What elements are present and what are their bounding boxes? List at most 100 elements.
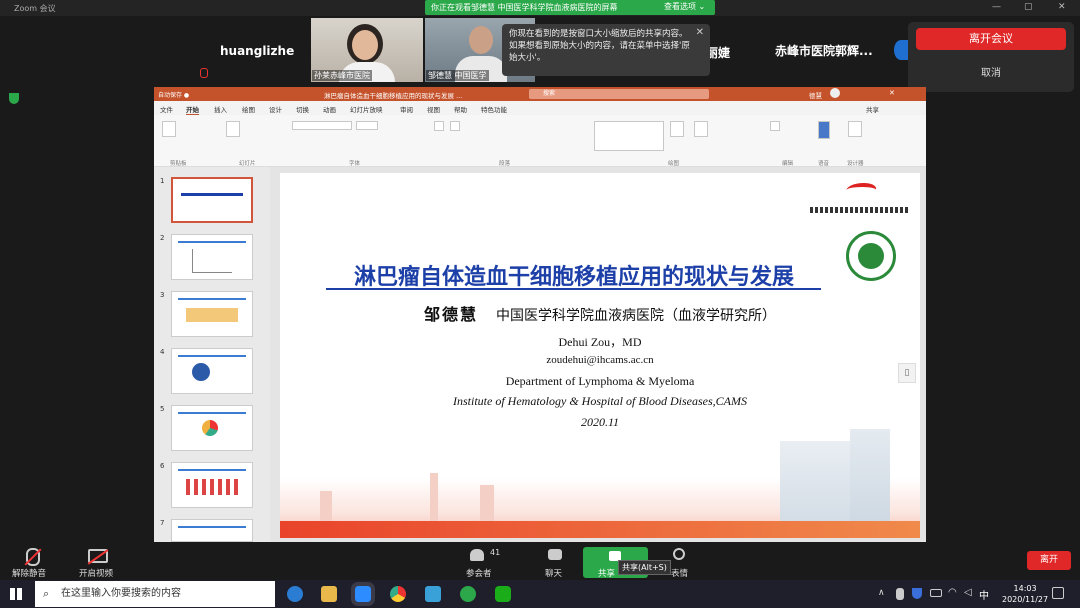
author-cn: 邹德慧 <box>423 307 478 324</box>
ppt-user[interactable]: 德慧 <box>809 90 822 100</box>
slide-bottom-band <box>280 521 920 538</box>
group-clipboard: 剪贴板 <box>170 161 187 167</box>
zoom-app-icon[interactable] <box>351 582 375 606</box>
participant-video[interactable]: 孙莱赤峰市医院 <box>311 18 423 82</box>
mic-icon[interactable] <box>896 588 904 600</box>
tab-animations[interactable]: 动画 <box>323 104 336 114</box>
tab-insert[interactable]: 插入 <box>214 104 227 114</box>
battery-icon[interactable] <box>930 589 942 597</box>
reactions-button[interactable]: 表情 <box>671 567 688 579</box>
slide-thumbnail[interactable] <box>171 177 253 223</box>
view-options-button[interactable]: 查看选项 ⌄ <box>664 1 705 12</box>
paste-icon[interactable] <box>162 121 176 137</box>
building <box>430 473 438 521</box>
thumb-number: 2 <box>160 234 165 242</box>
tab-slideshow[interactable]: 幻灯片放映 <box>350 104 383 114</box>
tab-help[interactable]: 帮助 <box>454 104 467 114</box>
close-icon[interactable]: ✕ <box>889 89 895 97</box>
designer-icon[interactable] <box>848 121 862 137</box>
chat-icon[interactable] <box>548 549 562 560</box>
ppt-search-input[interactable]: 搜索 <box>529 89 709 99</box>
leave-button[interactable]: 离开 <box>1027 551 1071 570</box>
windows-taskbar: ⌕ 在这里输入你要搜索的内容 ∧ ◠ ◁ 中 14:03 2020/11/27 <box>0 580 1080 608</box>
window-title: Zoom 会议 <box>14 4 56 13</box>
autosave-toggle[interactable]: 自动保存 ● <box>158 90 189 99</box>
slide-canvas[interactable]: 淋巴瘤自体造血干细胞移植应用的现状与发展 邹德慧 中国医学科学院血液病医院（血液… <box>280 173 920 538</box>
author-line: 邹德慧 中国医学科学院血液病医院（血液学研究所） <box>280 301 920 325</box>
tab-features[interactable]: 特色功能 <box>481 104 507 114</box>
tab-view[interactable]: 视图 <box>427 104 440 114</box>
wechat-icon[interactable] <box>495 586 511 602</box>
app-icon[interactable] <box>460 586 476 602</box>
slide-thumbnail[interactable] <box>171 519 253 542</box>
wifi-icon[interactable]: ◠ <box>948 587 957 598</box>
security-icon[interactable] <box>912 588 922 599</box>
thumb-number: 5 <box>160 405 165 413</box>
quick-styles-icon[interactable] <box>694 121 708 137</box>
building <box>320 491 332 521</box>
clock-date: 2020/11/27 <box>1002 595 1049 604</box>
participants-button[interactable]: 参会者 <box>466 567 492 579</box>
tray-chevron-icon[interactable]: ∧ <box>878 588 885 598</box>
tab-design[interactable]: 设计 <box>269 104 282 114</box>
bullets-icon[interactable] <box>434 121 444 131</box>
email: zoudehui@ihcams.ac.cn <box>546 354 654 366</box>
dictate-icon[interactable] <box>818 121 830 139</box>
taskbar-search-input[interactable]: ⌕ 在这里输入你要搜索的内容 <box>35 581 275 607</box>
tab-transitions[interactable]: 切换 <box>296 104 309 114</box>
group-paragraph: 段落 <box>499 161 511 167</box>
reactions-icon[interactable] <box>673 548 685 560</box>
share-button[interactable]: 共享 <box>866 104 879 114</box>
notification-icon[interactable] <box>1052 587 1064 599</box>
font-select[interactable] <box>292 121 352 130</box>
edge-icon[interactable] <box>287 586 303 602</box>
group-font: 字体 <box>349 161 361 167</box>
hospital-building <box>850 429 890 521</box>
group-designer: 设计器 <box>847 161 864 167</box>
participants-icon[interactable] <box>470 549 484 561</box>
slide-thumbnail[interactable] <box>171 291 253 337</box>
leave-meeting-button[interactable]: 离开会议 <box>916 28 1066 50</box>
bookmark-icon[interactable]: ▯ <box>898 363 916 383</box>
tooltip-text: 你现在看到的是按窗口大小缩放后的共享内容。如果想看到原始大小的内容，请在菜单中选… <box>509 29 690 63</box>
close-icon[interactable]: ✕ <box>696 27 704 39</box>
slide-thumbnail[interactable] <box>171 348 253 394</box>
ime-indicator[interactable]: 中 <box>979 587 989 602</box>
font-size-select[interactable] <box>356 121 378 130</box>
app-icon[interactable] <box>425 586 441 602</box>
start-video-button[interactable]: 开启视频 <box>79 567 113 579</box>
cancel-button[interactable]: 取消 <box>916 64 1066 82</box>
find-icon[interactable] <box>770 121 780 131</box>
avatar[interactable] <box>830 88 840 98</box>
volume-icon[interactable]: ◁ <box>964 587 972 598</box>
slide-thumbnail[interactable] <box>171 462 253 508</box>
group-editing: 编辑 <box>782 161 794 167</box>
hospital-logo <box>843 183 879 197</box>
new-slide-icon[interactable] <box>226 121 240 137</box>
tab-draw[interactable]: 绘图 <box>242 104 255 114</box>
chat-button[interactable]: 聊天 <box>545 567 562 579</box>
slide-thumbnail[interactable] <box>171 405 253 451</box>
minimize-button[interactable]: — <box>992 2 1001 12</box>
unmute-button[interactable]: 解除静音 <box>12 567 46 579</box>
file-explorer-icon[interactable] <box>321 586 337 602</box>
slide-thumbnail[interactable] <box>171 234 253 280</box>
person-face <box>469 26 493 54</box>
maximize-button[interactable]: ▢ <box>1024 2 1033 12</box>
numbering-icon[interactable] <box>450 121 460 131</box>
taskbar-clock[interactable]: 14:03 2020/11/27 <box>1002 583 1048 605</box>
windows-start-icon[interactable] <box>10 588 22 600</box>
person-face <box>352 30 378 60</box>
tab-home[interactable]: 开始 <box>186 104 199 115</box>
share-label: 共享 <box>598 569 616 579</box>
shapes-gallery[interactable] <box>594 121 664 151</box>
arrange-icon[interactable] <box>670 121 684 137</box>
clock-time: 14:03 <box>1013 584 1037 593</box>
chrome-icon[interactable] <box>390 586 406 602</box>
group-slides: 幻灯片 <box>239 161 256 167</box>
tab-file[interactable]: 文件 <box>160 104 173 114</box>
share-banner-text: 你正在观看邹德慧 中国医学科学院血液病医院的屏幕 <box>431 3 618 12</box>
department: Department of Lymphoma & Myeloma <box>505 374 695 388</box>
tab-review[interactable]: 审阅 <box>400 104 413 114</box>
close-window-button[interactable]: ✕ <box>1058 2 1066 12</box>
